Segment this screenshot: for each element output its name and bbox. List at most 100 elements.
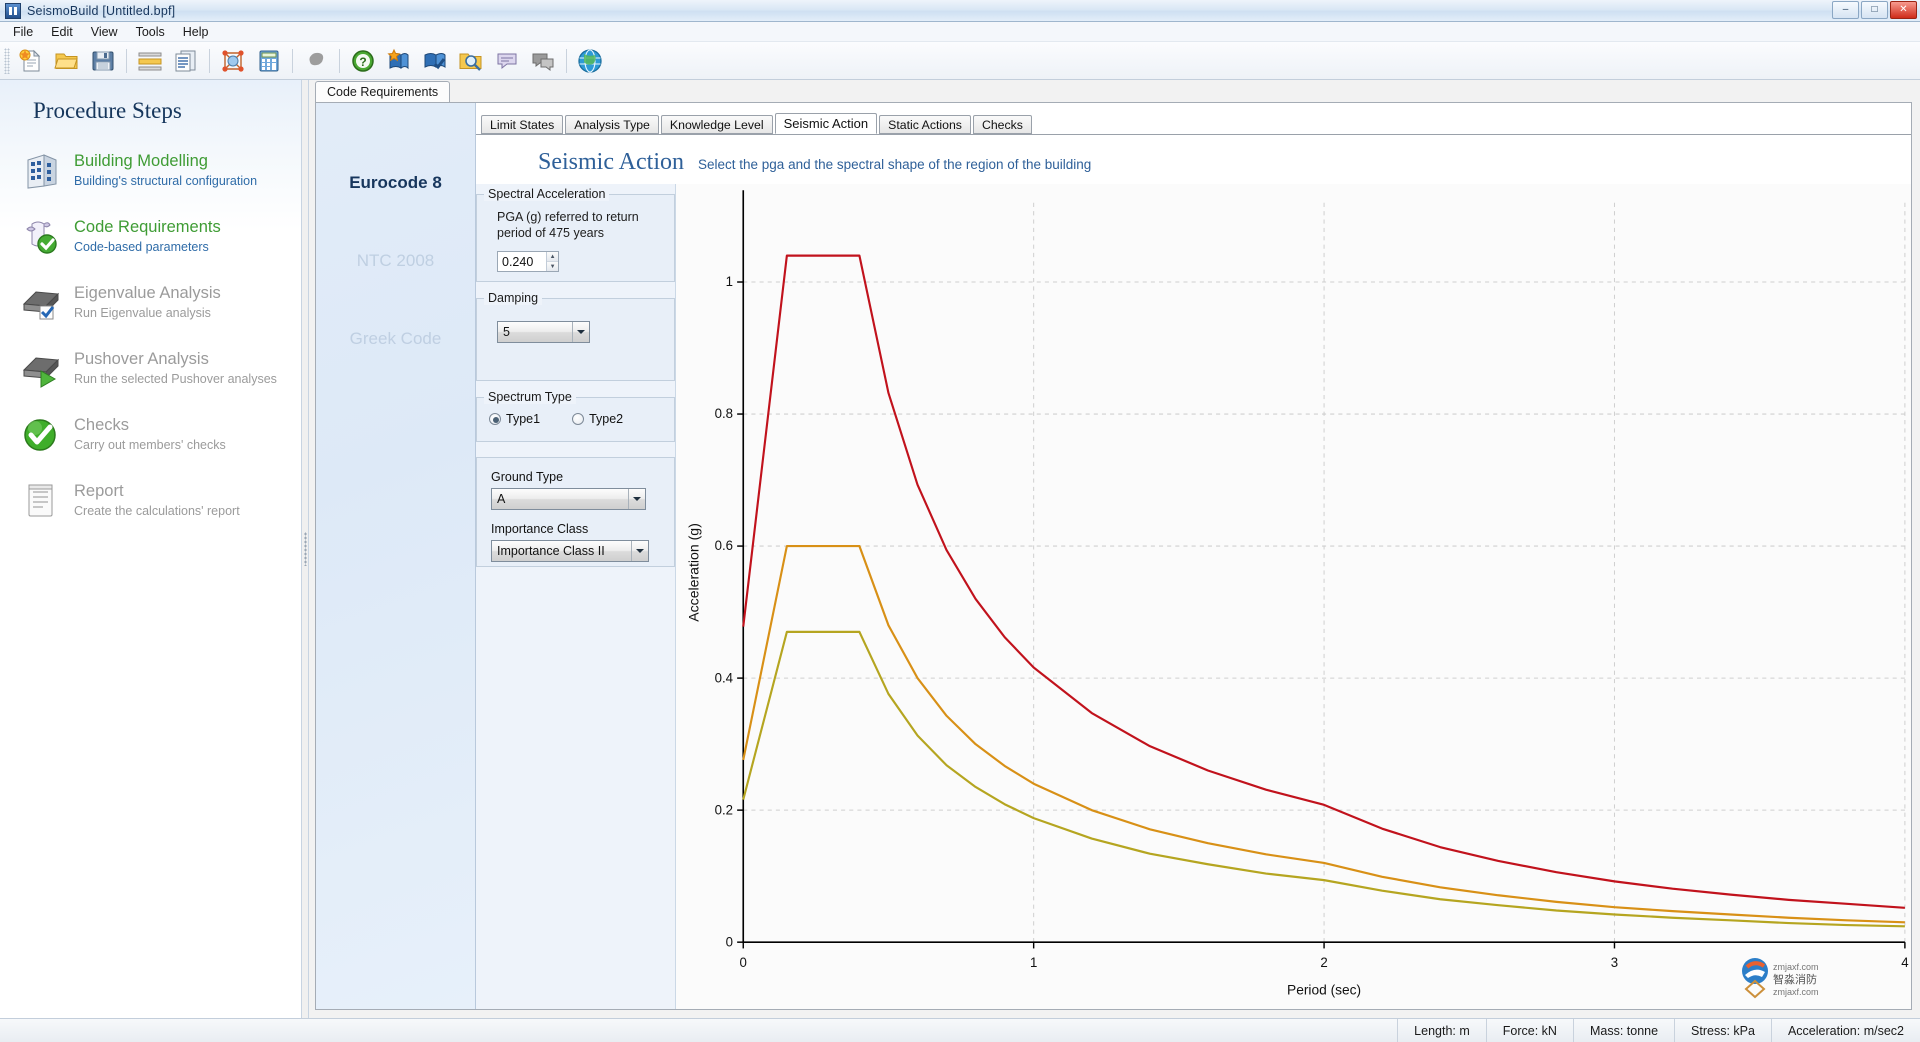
pga-spin-arrows[interactable]: ▲ ▼ (546, 252, 558, 271)
close-button[interactable]: ✕ (1890, 1, 1917, 19)
tab-knowledge-level[interactable]: Knowledge Level (661, 115, 773, 134)
tab-analysis-type[interactable]: Analysis Type (565, 115, 659, 134)
main-body: Procedure Steps (0, 80, 1920, 1018)
green-check-icon (20, 414, 62, 456)
damping-select[interactable]: 5 (497, 321, 590, 343)
open-folder-icon[interactable] (49, 45, 85, 77)
sidebar-item-report[interactable]: Report Create the calculations' report (0, 472, 301, 530)
sidebar-item-building-modelling[interactable]: Building Modelling Building's structural… (0, 142, 301, 200)
menu-item-view[interactable]: View (82, 23, 127, 41)
toolbar: ? (0, 42, 1920, 80)
panel-splitter[interactable] (302, 80, 309, 1018)
window-controls[interactable]: – □ ✕ (1832, 1, 1917, 19)
report-document-icon[interactable] (168, 45, 204, 77)
seismobuild-icon (5, 3, 21, 19)
menu-item-file[interactable]: File (4, 23, 42, 41)
book-star-icon[interactable] (381, 45, 417, 77)
pga-input[interactable] (498, 252, 546, 271)
window-title: SeismoBuild [Untitled.bpf] (27, 4, 175, 18)
menu-item-tools[interactable]: Tools (127, 23, 174, 41)
tab-checks[interactable]: Checks (973, 115, 1032, 134)
search-folder-icon[interactable] (453, 45, 489, 77)
toolbar-separator (339, 49, 340, 73)
chart-axes (737, 190, 1905, 948)
sidebar-item-title: Code Requirements (74, 217, 221, 237)
new-file-icon[interactable] (13, 45, 49, 77)
svg-text:0.4: 0.4 (715, 670, 734, 685)
gray-drop-icon[interactable] (298, 45, 334, 77)
page-description: Select the pga and the spectral shape of… (698, 157, 1091, 172)
spectrum-type-legend: Spectrum Type (484, 390, 576, 404)
sidebar-item-checks[interactable]: Checks Carry out members' checks (0, 406, 301, 464)
ground-type-value: A (497, 492, 628, 506)
inner-tab-bar: Limit States Analysis Type Knowledge Lev… (481, 114, 1911, 134)
chevron-down-icon[interactable] (572, 322, 589, 342)
table-icon[interactable] (132, 45, 168, 77)
pushover-icon (20, 348, 62, 390)
code-option-ntc2008[interactable]: NTC 2008 (316, 251, 475, 271)
radio-type1[interactable]: Type1 (489, 412, 540, 426)
sidebar-item-code-requirements[interactable]: Code Requirements Code-based parameters (0, 208, 301, 266)
radio-type2[interactable]: Type2 (572, 412, 623, 426)
seismic-action-page: Limit States Analysis Type Knowledge Lev… (476, 103, 1911, 1009)
save-disk-icon[interactable] (85, 45, 121, 77)
sidebar-item-pushover-analysis[interactable]: Pushover Analysis Run the selected Pusho… (0, 340, 301, 398)
chevron-down-icon[interactable] (631, 541, 648, 561)
menu-item-edit[interactable]: Edit (42, 23, 82, 41)
title-bar: SeismoBuild [Untitled.bpf] – □ ✕ (0, 0, 1920, 22)
damping-value: 5 (503, 325, 572, 339)
outer-tab-bar: Code Requirements (309, 80, 1920, 102)
procedure-steps-heading: Procedure Steps (33, 98, 301, 124)
tab-code-requirements[interactable]: Code Requirements (315, 81, 450, 102)
ground-type-select[interactable]: A (491, 488, 646, 510)
svg-text:0.6: 0.6 (715, 538, 733, 553)
toolbar-grip[interactable] (4, 48, 10, 74)
pga-help-text: PGA (g) referred to return period of 475… (497, 209, 664, 241)
comment-bubble-icon[interactable] (489, 45, 525, 77)
sidebar-item-title: Building Modelling (74, 151, 257, 171)
toolbar-separator (209, 49, 210, 73)
sidebar-item-eigenvalue-analysis[interactable]: Eigenvalue Analysis Run Eigenvalue analy… (0, 274, 301, 332)
procedure-steps-panel: Procedure Steps (0, 80, 302, 1018)
calculator-icon[interactable] (251, 45, 287, 77)
status-stress: Stress: kPa (1674, 1019, 1771, 1042)
site-parameters-group: Ground Type A Importance Class Importanc… (476, 457, 675, 567)
book-blue-icon[interactable] (417, 45, 453, 77)
spectrum-plot: 00.20.40.60.8101234Period (sec)Accelerat… (676, 184, 1911, 1009)
svg-text:0.8: 0.8 (715, 406, 733, 421)
ground-type-label: Ground Type (491, 470, 664, 484)
code-option-greek-code[interactable]: Greek Code (316, 329, 475, 349)
sidebar-item-subtitle: Run Eigenvalue analysis (74, 306, 221, 320)
toolbar-separator (566, 49, 567, 73)
radio-type1-dot (489, 413, 501, 425)
tab-seismic-action[interactable]: Seismic Action (775, 113, 878, 134)
menu-item-help[interactable]: Help (174, 23, 218, 41)
content-area: Code Requirements Eurocode 8 NTC 2008 Gr… (309, 80, 1920, 1018)
spectral-acceleration-group: Spectral Acceleration PGA (g) referred t… (476, 194, 675, 282)
tab-static-actions[interactable]: Static Actions (879, 115, 971, 134)
chat-bubble-icon[interactable] (525, 45, 561, 77)
molecule-model-icon[interactable] (215, 45, 251, 77)
svg-text:0.2: 0.2 (715, 802, 733, 817)
pga-spin-down[interactable]: ▼ (547, 262, 558, 271)
sidebar-item-title: Eigenvalue Analysis (74, 283, 221, 303)
svg-text:1: 1 (1030, 955, 1037, 970)
globe-icon[interactable] (572, 45, 608, 77)
code-option-eurocode8[interactable]: Eurocode 8 (316, 173, 475, 193)
tab-limit-states[interactable]: Limit States (481, 115, 563, 134)
maximize-button[interactable]: □ (1861, 1, 1888, 19)
pga-stepper[interactable]: ▲ ▼ (497, 251, 559, 272)
svg-text:4: 4 (1901, 955, 1909, 970)
svg-text:Period (sec): Period (sec) (1287, 981, 1361, 997)
damping-legend: Damping (484, 291, 542, 305)
svg-text:2: 2 (1320, 955, 1327, 970)
content-row: Spectral Acceleration PGA (g) referred t… (476, 184, 1911, 1009)
help-question-icon[interactable]: ? (345, 45, 381, 77)
status-bar: Length: m Force: kN Mass: tonne Stress: … (0, 1018, 1920, 1042)
spectral-acceleration-legend: Spectral Acceleration (484, 187, 609, 201)
chevron-down-icon[interactable] (628, 489, 645, 509)
pga-spin-up[interactable]: ▲ (547, 252, 558, 262)
minimize-button[interactable]: – (1832, 1, 1859, 19)
importance-class-select[interactable]: Importance Class II (491, 540, 649, 562)
code-selector-column: Eurocode 8 NTC 2008 Greek Code (316, 103, 476, 1009)
